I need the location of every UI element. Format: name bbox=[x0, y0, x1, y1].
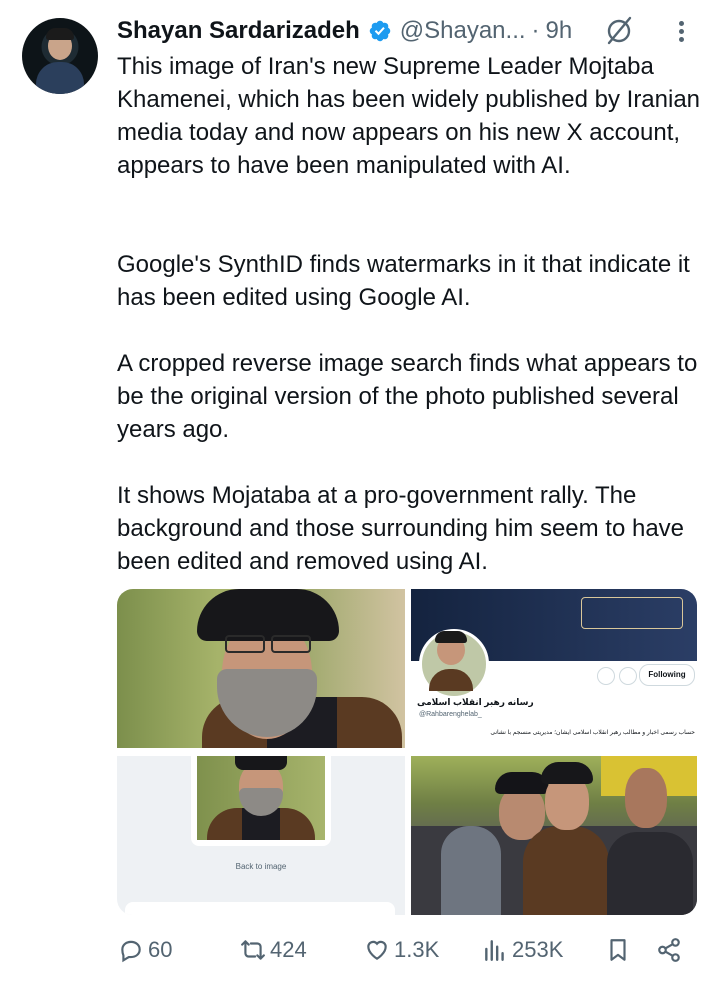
media-image-profile-screenshot[interactable]: Following رسانه رهبر انقلاب اسلامی @Rahb… bbox=[411, 589, 697, 748]
like-icon bbox=[367, 940, 387, 960]
views-count: 253K bbox=[512, 937, 564, 962]
author-handle[interactable]: @Shayan... bbox=[400, 17, 526, 45]
author-name[interactable]: Shayan Sardarizadeh bbox=[117, 17, 360, 45]
reply-button[interactable]: 60 bbox=[118, 931, 172, 969]
tweet-action-bar: 60 424 1.3K 253K bbox=[0, 931, 719, 969]
grok-icon[interactable] bbox=[603, 14, 635, 46]
views-button[interactable]: 253K bbox=[482, 931, 563, 969]
repost-count: 424 bbox=[270, 937, 307, 962]
media-image-portrait[interactable] bbox=[117, 589, 405, 748]
following-button[interactable]: Following bbox=[639, 664, 695, 686]
share-icon bbox=[658, 938, 680, 962]
repost-icon bbox=[241, 940, 265, 960]
verified-badge-icon bbox=[369, 20, 391, 42]
bookmark-icon bbox=[610, 939, 626, 961]
bookmark-button[interactable] bbox=[605, 931, 631, 969]
media-image-search-result[interactable]: Back to image bbox=[117, 756, 405, 915]
profile-handle: @Rahbarenghelab_ bbox=[419, 711, 482, 718]
profile-bio: حساب رسمی اخبار و مطالب رهبر انقلاب اسلا… bbox=[490, 730, 695, 736]
reply-icon bbox=[121, 940, 141, 963]
media-grid: Following رسانه رهبر انقلاب اسلامی @Rahb… bbox=[117, 589, 697, 915]
repost-button[interactable]: 424 bbox=[240, 931, 307, 969]
like-count: 1.3K bbox=[394, 937, 440, 962]
tweet-timestamp[interactable]: 9h bbox=[546, 17, 573, 45]
media-image-rally[interactable] bbox=[411, 756, 697, 915]
reply-count: 60 bbox=[148, 937, 173, 962]
back-to-image-link[interactable]: Back to image bbox=[117, 862, 405, 871]
tweet-text-paragraph-4: It shows Mojataba at a pro-government ra… bbox=[117, 482, 685, 575]
like-button[interactable]: 1.3K bbox=[364, 931, 439, 969]
author-avatar[interactable] bbox=[22, 18, 98, 94]
share-button[interactable] bbox=[656, 931, 682, 969]
tweet-header: Shayan Sardarizadeh @Shayan... · 9h bbox=[117, 14, 572, 48]
tweet-text-paragraph-2: Google's SynthID finds watermarks in it … bbox=[117, 251, 690, 311]
views-icon bbox=[485, 940, 504, 961]
profile-name: رسانه رهبر انقلاب اسلامی bbox=[417, 697, 534, 707]
tweet-text-paragraph-3: A cropped reverse image search finds wha… bbox=[117, 350, 698, 443]
separator-dot: · bbox=[531, 17, 540, 44]
tweet-text-paragraph-1: This image of Iran's new Supreme Leader … bbox=[117, 53, 701, 179]
more-options-icon[interactable] bbox=[676, 18, 686, 46]
